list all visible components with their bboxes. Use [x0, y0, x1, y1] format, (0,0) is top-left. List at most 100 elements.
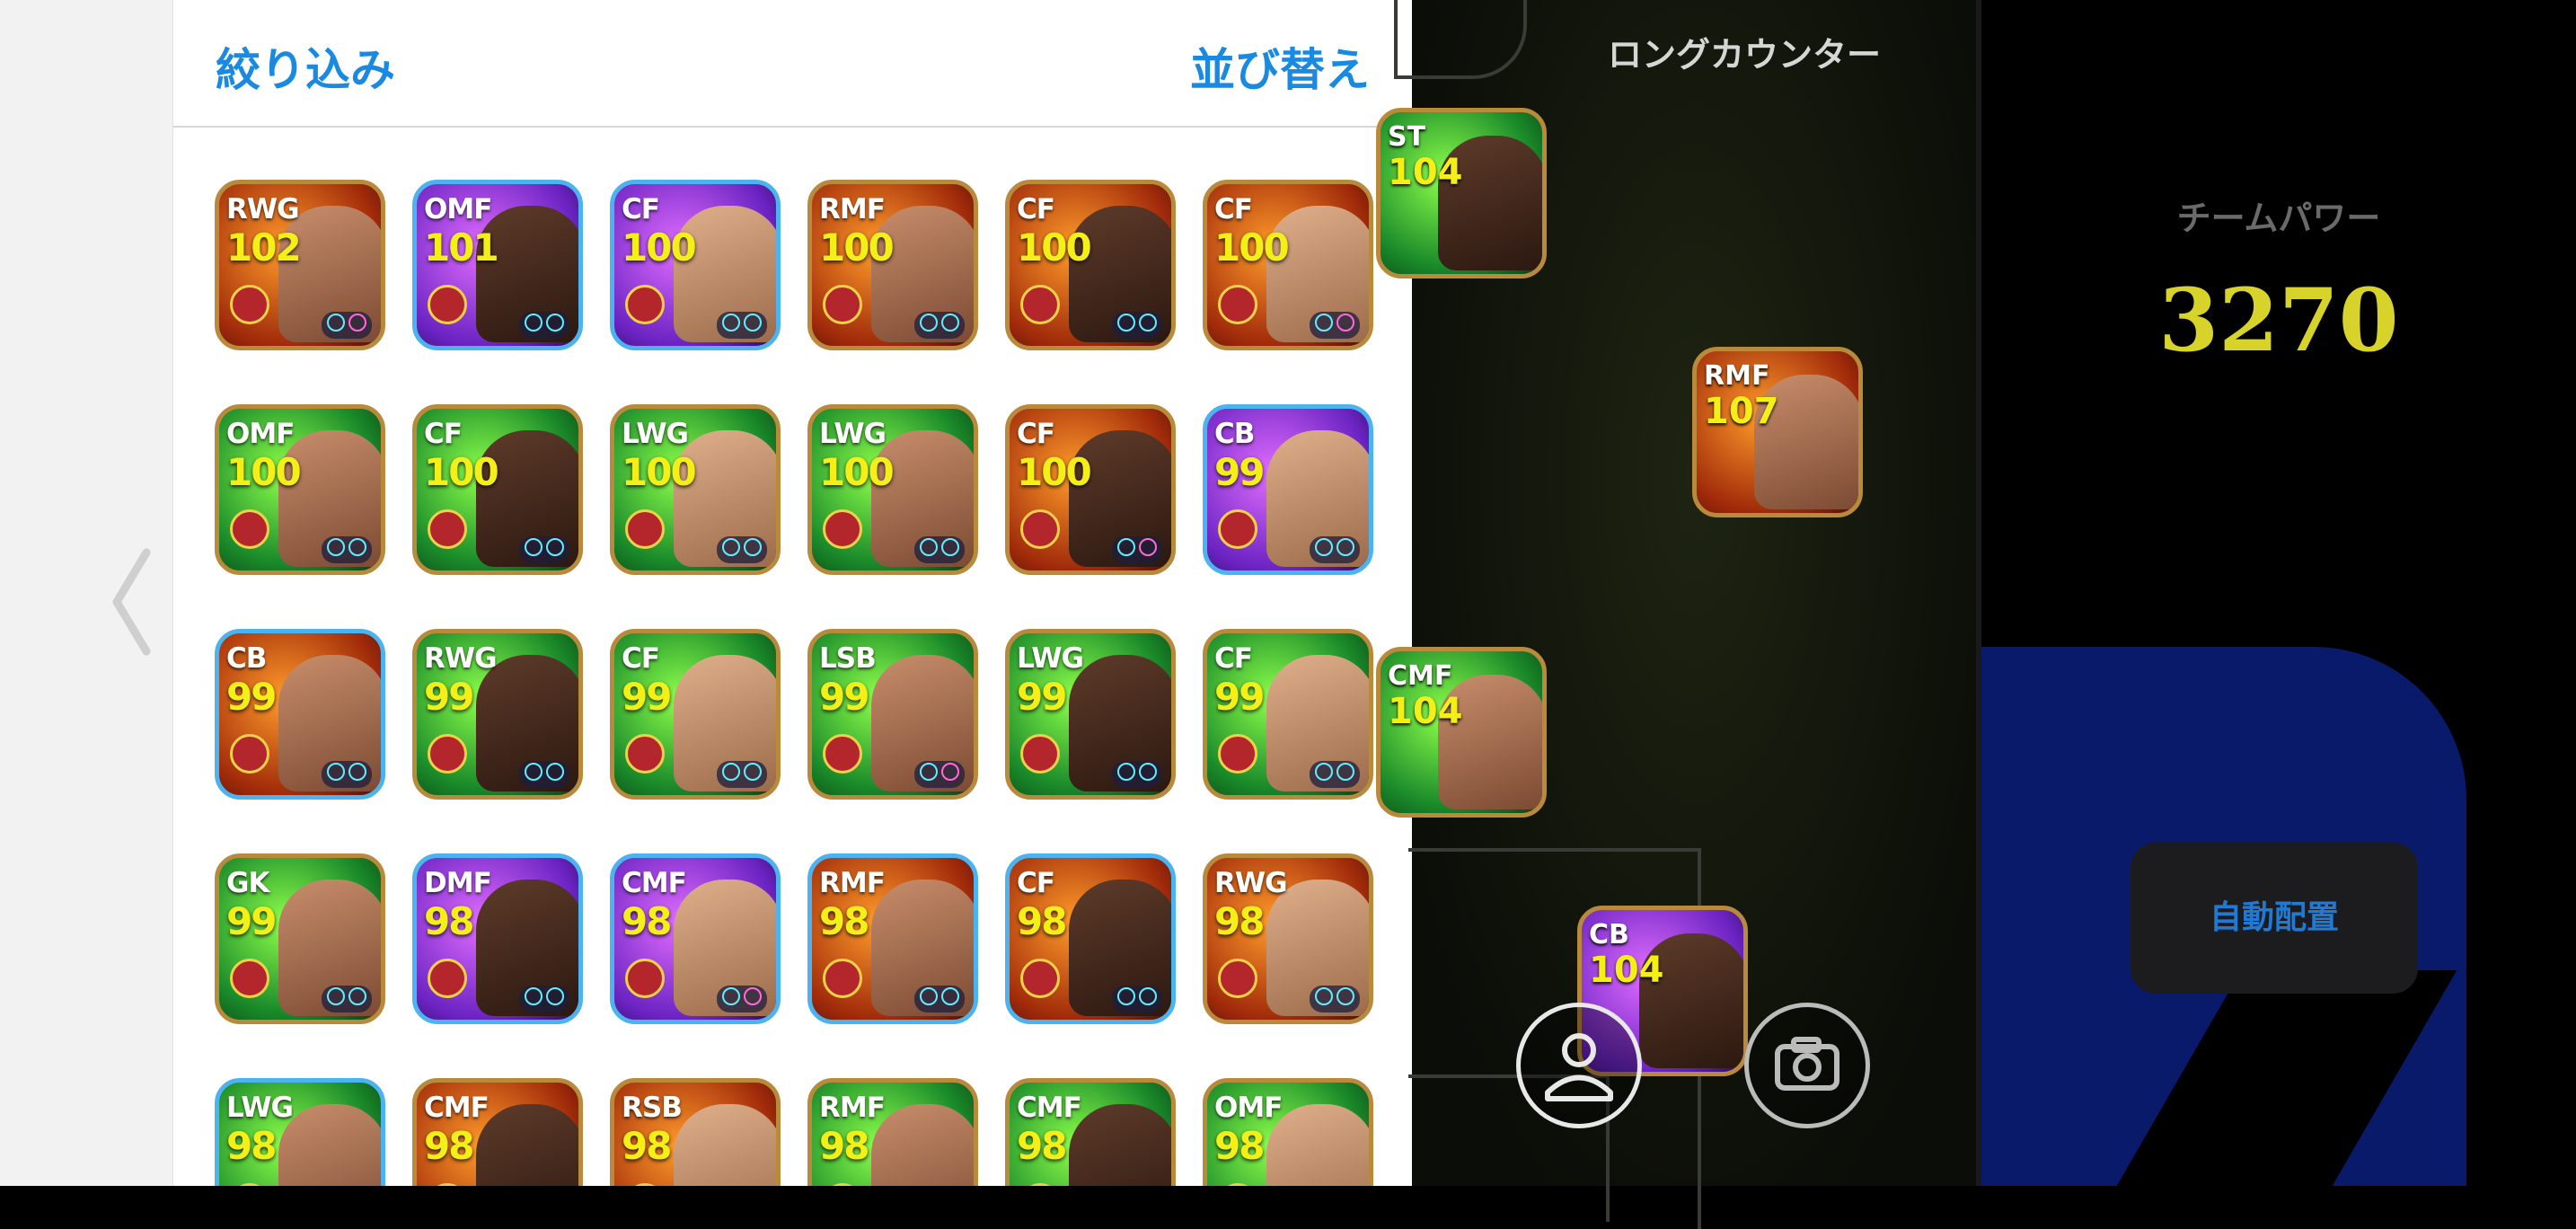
player-rating: 98	[622, 1124, 672, 1168]
player-card[interactable]: LSB 99	[807, 629, 978, 800]
field-player-card[interactable]: ST 104	[1376, 108, 1547, 279]
player-card[interactable]: RMF 98	[807, 853, 978, 1024]
skill-chips	[1112, 761, 1162, 788]
skill-chips	[1310, 536, 1360, 563]
club-badge-icon	[1020, 959, 1060, 998]
skill-chips	[322, 312, 372, 339]
skill-chip-icon	[920, 314, 938, 332]
skill-chip-icon	[327, 763, 345, 781]
skill-chip-icon	[722, 763, 740, 781]
skill-chip-icon	[546, 314, 564, 332]
team-power-label: チームパワー	[2176, 199, 2381, 238]
filter-button[interactable]: 絞り込み	[216, 34, 395, 99]
player-card[interactable]: RMF 100	[807, 180, 978, 350]
player-card[interactable]: LWG 98	[215, 1078, 385, 1186]
player-rating: 99	[1214, 675, 1265, 719]
skill-chips	[1310, 986, 1360, 1012]
player-rating: 99	[1017, 675, 1067, 719]
player-card[interactable]: OMF 98	[1203, 1078, 1373, 1186]
player-card[interactable]: CF 100	[1203, 180, 1373, 350]
skill-chip-icon	[722, 314, 740, 332]
skill-chip-icon	[546, 987, 564, 1005]
player-position: RSB	[622, 1092, 683, 1124]
player-position: CB	[1214, 418, 1255, 450]
player-position: CF	[622, 193, 660, 225]
player-card[interactable]: RWG 99	[412, 629, 583, 800]
player-position: OMF	[424, 193, 492, 225]
player-rating: 107	[1704, 391, 1779, 432]
player-position: CB	[226, 642, 267, 675]
player-card[interactable]: RMF 98	[807, 1078, 978, 1186]
player-card[interactable]: RSB 98	[610, 1078, 781, 1186]
sort-button[interactable]: 並び替え	[1190, 34, 1370, 99]
chevron-left-icon[interactable]	[106, 548, 160, 656]
skill-chip-icon	[1337, 314, 1354, 332]
team-info-panel: チームパワー 3270 自動配置	[1981, 0, 2576, 1186]
player-card[interactable]: LWG 99	[1005, 629, 1176, 800]
skill-chips	[914, 986, 965, 1012]
player-rating: 104	[1388, 152, 1463, 193]
player-card[interactable]: RWG 98	[1203, 853, 1373, 1024]
skill-chip-icon	[1337, 987, 1354, 1005]
skill-chip-icon	[1139, 987, 1157, 1005]
player-card[interactable]: CF 100	[1005, 404, 1176, 575]
skill-chip-icon	[1315, 763, 1333, 781]
player-position: ST	[1388, 121, 1426, 153]
field-player-card[interactable]: RMF 107	[1692, 347, 1863, 517]
skill-chip-icon	[1139, 314, 1157, 332]
player-card[interactable]: CF 99	[610, 629, 781, 800]
skill-chip-icon	[744, 763, 762, 781]
player-position: LSB	[819, 642, 877, 675]
player-card[interactable]: OMF 101	[412, 180, 583, 350]
skill-chip-icon	[546, 763, 564, 781]
player-position: GK	[226, 867, 269, 899]
player-card[interactable]: CMF 98	[1005, 1078, 1176, 1186]
skill-chip-icon	[1117, 763, 1135, 781]
player-rating: 98	[424, 899, 474, 943]
player-card[interactable]: GK 99	[215, 853, 385, 1024]
player-position: CF	[1017, 418, 1055, 450]
player-position: CB	[1589, 919, 1629, 950]
player-card[interactable]: CMF 98	[412, 1078, 583, 1186]
player-card[interactable]: CF 99	[1203, 629, 1373, 800]
player-position: CMF	[424, 1092, 490, 1124]
camera-icon	[1775, 1037, 1839, 1091]
player-card[interactable]: CMF 98	[610, 853, 781, 1024]
auto-assign-button[interactable]: 自動配置	[2130, 843, 2418, 994]
player-card[interactable]: CB 99	[1203, 404, 1373, 575]
club-badge-icon	[823, 959, 862, 998]
skill-chips	[1112, 536, 1162, 563]
player-card[interactable]: LWG 100	[610, 404, 781, 575]
player-rating: 98	[424, 1124, 474, 1168]
skill-chip-icon	[744, 538, 762, 556]
player-position: LWG	[226, 1092, 294, 1124]
player-rating: 100	[1214, 225, 1290, 270]
player-card[interactable]: CB 99	[215, 629, 385, 800]
player-position: LWG	[1017, 642, 1084, 675]
club-badge-icon	[428, 734, 467, 774]
player-details-button[interactable]	[1516, 1003, 1642, 1128]
player-card[interactable]: RWG 102	[215, 180, 385, 350]
screenshot-button[interactable]	[1744, 1003, 1870, 1128]
player-card[interactable]: CF 100	[1005, 180, 1176, 350]
skill-chip-icon	[348, 763, 366, 781]
skill-chips	[1112, 986, 1162, 1012]
player-rating: 98	[622, 899, 672, 943]
skill-chip-icon	[920, 763, 938, 781]
player-card[interactable]: CF 100	[610, 180, 781, 350]
player-card[interactable]: DMF 98	[412, 853, 583, 1024]
field-player-card[interactable]: CMF 104	[1376, 647, 1547, 818]
player-rating: 100	[1017, 450, 1092, 494]
player-card[interactable]: LWG 100	[807, 404, 978, 575]
player-card[interactable]: CF 98	[1005, 853, 1176, 1024]
skill-chip-icon	[327, 987, 345, 1005]
skill-chip-icon	[1315, 538, 1333, 556]
player-card[interactable]: OMF 100	[215, 404, 385, 575]
player-portrait	[1266, 1104, 1369, 1186]
skill-chip-icon	[1315, 314, 1333, 332]
skill-chip-icon	[1315, 987, 1333, 1005]
player-card[interactable]: CF 100	[412, 404, 583, 575]
skill-chip-icon	[722, 538, 740, 556]
skill-chip-icon	[1337, 763, 1354, 781]
player-position: RMF	[819, 867, 886, 899]
